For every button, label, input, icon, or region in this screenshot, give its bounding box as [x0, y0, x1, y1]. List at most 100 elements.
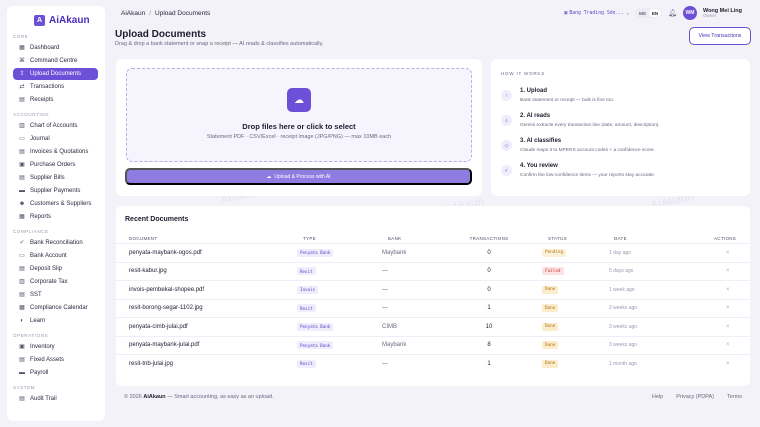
sidebar-item-purchase-orders[interactable]: ▣ Purchase Orders	[13, 159, 98, 172]
sidebar-item-chart-of-accounts[interactable]: ▥ Chart of Accounts	[13, 120, 98, 133]
footer-links: Help Privacy (PDPA) Terms	[652, 394, 742, 400]
type-badge: Penyata Bank	[297, 341, 334, 350]
bank-name: —	[382, 286, 388, 293]
sidebar-item-command-centre[interactable]: ⌘ Command Centre	[13, 55, 98, 68]
delete-icon[interactable]: ×	[726, 342, 730, 348]
bank-name: —	[382, 305, 388, 312]
sidebar-item-dashboard[interactable]: ▦ Dashboard	[13, 42, 98, 55]
delete-icon[interactable]: ×	[726, 250, 730, 256]
status-badge: Pending	[542, 248, 567, 257]
transaction-count: 0	[487, 268, 491, 275]
bank-name: —	[382, 360, 388, 367]
learn-icon: ◐	[20, 317, 24, 324]
footer-link-terms[interactable]: Terms	[727, 394, 742, 400]
upload-process-label: Upload & Process with AI	[274, 173, 331, 180]
table-row[interactable]: invois-pembekal-shopee.pdf Invois — 0 Done 1 …	[116, 280, 750, 299]
document-name[interactable]: resit-kabur.jpg	[129, 268, 167, 274]
sidebar-item-label: Transactions	[30, 83, 65, 90]
sidebar-item-label: Upload Documents	[30, 70, 82, 77]
sidebar-item-label: Supplier Payments	[30, 187, 81, 194]
bank-name: Maybank	[382, 249, 407, 256]
status-badge: Done	[542, 304, 559, 313]
language-toggle[interactable]: MS EN	[635, 8, 663, 18]
type-badge: Invois	[297, 285, 319, 294]
column-header: DOCUMENT	[129, 236, 158, 241]
table-row[interactable]: resit-borong-segar-1102.jpg Resit — 1 Done 2 …	[116, 298, 750, 318]
chevron-down-icon: ⌄	[626, 10, 630, 16]
dashboard-icon: ▦	[19, 45, 25, 52]
breadcrumb-root[interactable]: AiAkaun	[121, 10, 145, 17]
footer-link-privacy[interactable]: Privacy (PDPA)	[676, 394, 714, 400]
sidebar-item-reports[interactable]: ▦ Reports	[13, 211, 98, 224]
footer-link-help[interactable]: Help	[652, 394, 663, 400]
topbar: AiAkaun / Upload Documents ▦ Bang Tradin…	[115, 0, 760, 26]
bell-icon[interactable]: 🔔︎	[668, 9, 677, 17]
cloud-upload-icon: ☁	[266, 173, 272, 180]
lang-option-en[interactable]: EN	[648, 9, 662, 17]
step-desc: Claude maps it to MPERS account codes + …	[520, 148, 656, 153]
document-name[interactable]: penyata-maybank-ogos.pdf	[129, 250, 202, 256]
delete-icon[interactable]: ×	[726, 324, 730, 330]
sidebar-item-deposit-slip[interactable]: ▤ Deposit Slip	[13, 263, 98, 276]
avatar[interactable]: WM	[682, 6, 697, 20]
user-info[interactable]: Wong Mei Ling Owner	[703, 8, 742, 19]
upload-step-icon: ↑	[501, 90, 512, 101]
assets-icon: ▤	[19, 357, 25, 364]
column-header: ACTIONS	[714, 236, 737, 241]
lang-option-ms[interactable]: MS	[636, 9, 649, 17]
sidebar-item-upload-documents[interactable]: ⇪ Upload Documents	[13, 67, 98, 80]
upload-icon: ⇪	[19, 71, 25, 78]
upload-date: 1 day ago	[609, 249, 631, 256]
table-row[interactable]: penyata-maybank-ogos.pdf Penyata Bank Mayb…	[116, 243, 750, 262]
document-name[interactable]: invois-pembekal-shopee.pdf	[129, 287, 204, 293]
upload-card: ☁ Drop files here or click to select Sta…	[116, 59, 482, 196]
audit-icon: ▤	[19, 396, 25, 403]
document-name[interactable]: resit-tnb-julai.jpg	[129, 361, 173, 367]
sidebar-item-label: Invoices & Quotations	[30, 148, 89, 155]
sidebar-item-audit-trail[interactable]: ▤ Audit Trail	[13, 393, 98, 406]
document-name[interactable]: penyata-maybank-julai.pdf	[129, 342, 199, 348]
inventory-icon: ▣	[19, 344, 25, 351]
sidebar-item-journal[interactable]: ▭ Journal	[13, 133, 98, 146]
sidebar-item-compliance-calendar[interactable]: ▦ Compliance Calendar	[13, 302, 98, 315]
sidebar-item-invoices-quotations[interactable]: ▤ Invoices & Quotations	[13, 146, 98, 159]
sidebar-item-corporate-tax[interactable]: ▥ Corporate Tax	[13, 276, 98, 289]
sidebar-item-label: Deposit Slip	[30, 265, 63, 272]
company-selector[interactable]: ▦ Bang Trading Sdn... ⌄	[564, 11, 629, 16]
sidebar-item-bank-account[interactable]: ▭ Bank Account	[13, 250, 98, 263]
view-transactions-button[interactable]: View Transactions	[689, 27, 751, 45]
status-badge: Done	[542, 359, 559, 368]
sidebar-item-customers-suppliers[interactable]: ☻ Customers & Suppliers	[13, 198, 98, 211]
cloud-upload-icon: ☁	[287, 88, 311, 112]
sidebar-item-supplier-payments[interactable]: ▬ Supplier Payments	[13, 185, 98, 198]
upload-process-button[interactable]: ☁ Upload & Process with AI	[125, 168, 472, 185]
brand-logo-icon: A	[34, 14, 45, 26]
sidebar-item-supplier-bills[interactable]: ▤ Supplier Bills	[13, 172, 98, 185]
sidebar-item-sst[interactable]: ▤ SST	[13, 289, 98, 302]
delete-icon[interactable]: ×	[726, 361, 730, 367]
tax-icon: ▥	[19, 279, 25, 286]
sidebar-item-learn[interactable]: ◐ Learn	[13, 315, 98, 328]
brand[interactable]: A AiAkaun	[7, 6, 105, 28]
journal-icon: ▭	[19, 136, 25, 143]
sidebar-item-payroll[interactable]: ▬ Payroll	[13, 367, 98, 380]
sidebar-item-fixed-assets[interactable]: ▤ Fixed Assets	[13, 354, 98, 367]
table-row[interactable]: penyata-maybank-julai.pdf Penyata Bank May…	[116, 335, 750, 355]
delete-icon[interactable]: ×	[726, 287, 730, 293]
delete-icon[interactable]: ×	[726, 268, 730, 274]
step-title: 2. AI reads	[520, 113, 551, 119]
dropzone[interactable]: ☁ Drop files here or click to select Sta…	[126, 68, 472, 162]
sidebar-item-inventory[interactable]: ▣ Inventory	[13, 341, 98, 354]
sidebar-item-transactions[interactable]: ⇄ Transactions	[13, 81, 98, 94]
payment-icon: ▬	[19, 187, 25, 194]
table-row[interactable]: resit-kabur.jpg Resit — 0 Failed 5 days ago ×	[116, 261, 750, 281]
status-badge: Done	[542, 322, 559, 331]
sidebar-item-receipts[interactable]: ▤ Receipts	[13, 94, 98, 107]
table-row[interactable]: resit-tnb-julai.jpg Resit — 1 Done 1 month ag…	[116, 354, 750, 373]
sidebar-item-label: Chart of Accounts	[30, 122, 78, 129]
sidebar-item-bank-reconciliation[interactable]: ✓ Bank Reconciliation	[13, 237, 98, 250]
document-name[interactable]: penyata-cimb-julai.pdf	[129, 324, 188, 330]
document-name[interactable]: resit-borong-segar-1102.jpg	[129, 305, 203, 311]
delete-icon[interactable]: ×	[726, 305, 730, 311]
table-row[interactable]: penyata-cimb-julai.pdf Penyata Bank CIMB 10…	[116, 317, 750, 336]
